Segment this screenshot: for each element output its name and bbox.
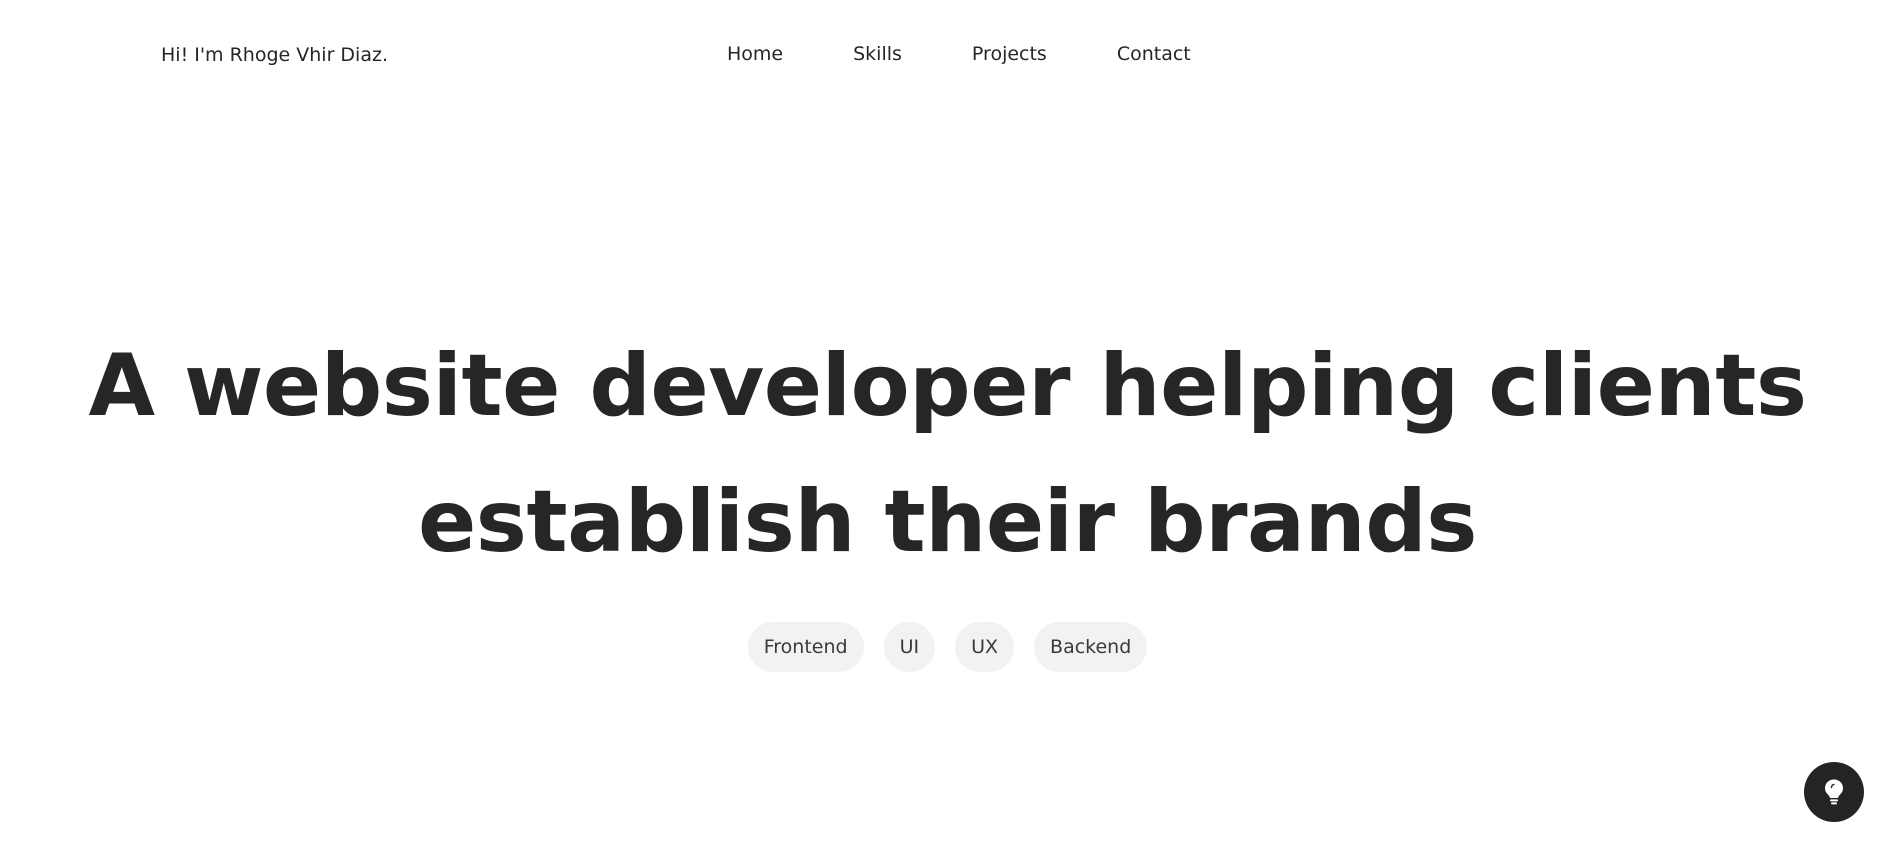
hero-title: A website developer helping clients esta… bbox=[0, 318, 1895, 590]
nav-link-home[interactable]: Home bbox=[727, 40, 783, 68]
lightbulb-icon bbox=[1822, 778, 1846, 806]
tag-frontend: Frontend bbox=[747, 622, 864, 672]
hero-section: A website developer helping clients esta… bbox=[0, 318, 1895, 590]
hero-title-line-2: establish their brands bbox=[417, 472, 1478, 572]
skill-tags: Frontend UI UX Backend bbox=[0, 622, 1895, 672]
nav-link-skills[interactable]: Skills bbox=[853, 40, 902, 68]
theme-toggle-button[interactable] bbox=[1804, 762, 1864, 822]
nav-link-projects[interactable]: Projects bbox=[972, 40, 1047, 68]
tag-backend: Backend bbox=[1034, 622, 1148, 672]
site-brand: Hi! I'm Rhoge Vhir Diaz. bbox=[161, 44, 388, 66]
tag-ux: UX bbox=[955, 622, 1015, 672]
nav-link-contact[interactable]: Contact bbox=[1117, 40, 1191, 68]
main-nav: Home Skills Projects Contact bbox=[727, 40, 1191, 68]
hero-title-line-1: A website developer helping clients bbox=[88, 336, 1807, 436]
tag-ui: UI bbox=[883, 622, 936, 672]
